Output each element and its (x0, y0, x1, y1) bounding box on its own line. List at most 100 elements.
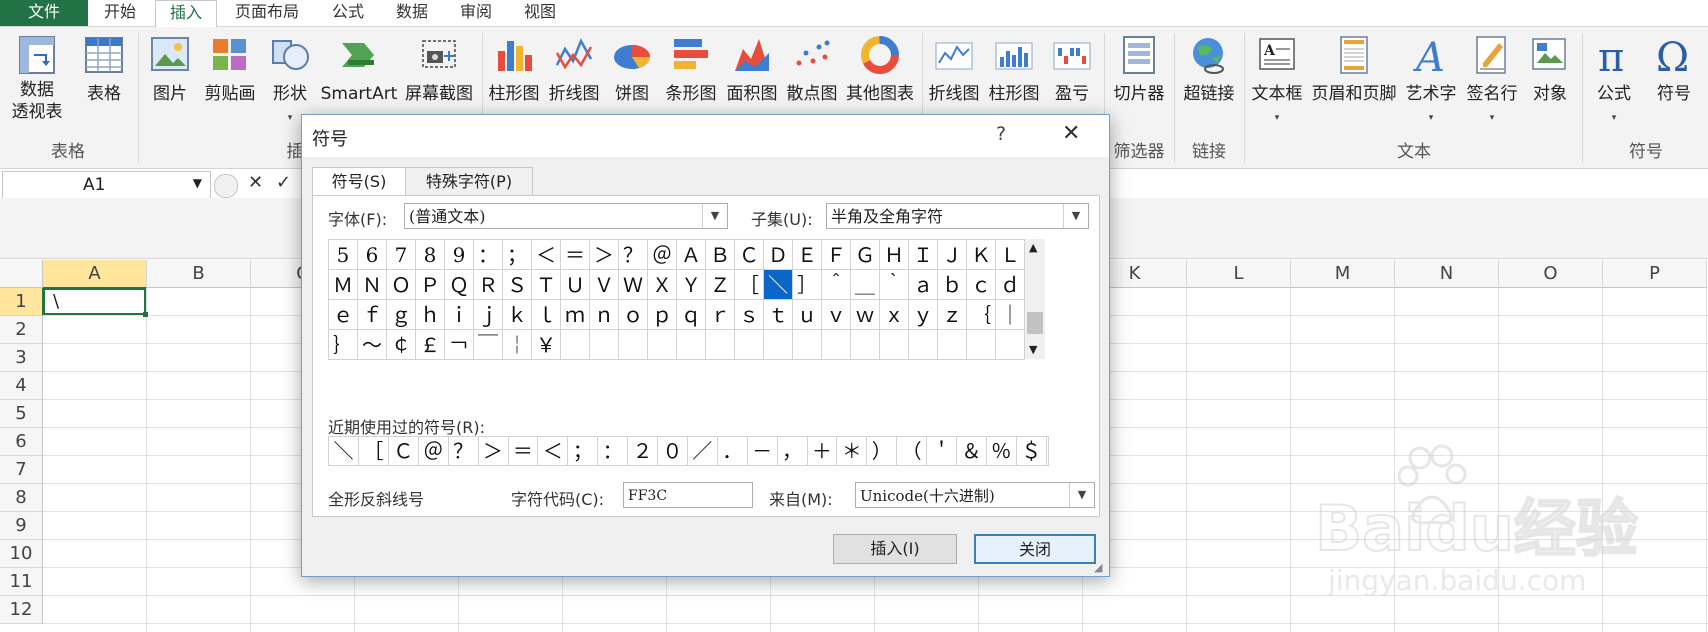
symbol-cell[interactable] (851, 330, 880, 360)
dialog-close-button[interactable]: 关闭 (974, 534, 1096, 564)
symbol-cell[interactable]: Ｕ (561, 270, 590, 300)
symbol-cell[interactable]: ￤ (503, 330, 532, 360)
symbol-cell[interactable]: ｉ (445, 300, 474, 330)
symbol-cell[interactable] (938, 330, 967, 360)
symbol-cell[interactable]: Ｙ (677, 270, 706, 300)
symbol-cell[interactable]: Ｘ (648, 270, 677, 300)
symbol-cell[interactable]: Ｇ (851, 240, 880, 270)
symbol-cell[interactable]: ＠ (648, 240, 677, 270)
symbol-cell[interactable]: ｏ (619, 300, 648, 330)
symbol-grid-scrollbar[interactable]: ▲ ▼ (1025, 239, 1045, 359)
recent-symbol-cell[interactable]: ２ (628, 436, 658, 466)
recent-symbol-cell[interactable]: ＜ (538, 436, 569, 466)
name-box[interactable]: A1 ▼ (2, 171, 211, 199)
active-cell-a1[interactable]: \ (43, 288, 146, 315)
wordart-button[interactable]: A 艺术字 ▾ (1400, 27, 1462, 142)
symbol-cell[interactable]: ￡ (416, 330, 445, 360)
chevron-down-icon[interactable]: ▼ (702, 204, 727, 228)
tab-file[interactable]: 文件 (0, 0, 88, 26)
subset-select[interactable]: 半角及全角字符 ▼ (826, 203, 1089, 229)
tab-home[interactable]: 开始 (90, 0, 150, 26)
recent-symbol-cell[interactable]: ＇ (927, 436, 957, 466)
symbol-cell[interactable] (735, 330, 764, 360)
symbol-cell[interactable]: Ｑ (445, 270, 474, 300)
symbol-cell[interactable] (764, 330, 793, 360)
symbol-cell[interactable]: ｈ (416, 300, 445, 330)
symbol-cell[interactable]: ￥ (532, 330, 561, 360)
symbol-cell[interactable]: Ｂ (706, 240, 735, 270)
symbol-cell[interactable]: Ｃ (735, 240, 764, 270)
recent-symbol-cell[interactable]: Ｃ (389, 436, 419, 466)
symbol-cell[interactable]: ｔ (764, 300, 793, 330)
row-header[interactable]: 10 (0, 540, 43, 568)
row-header[interactable]: 1 (0, 288, 44, 316)
chevron-down-icon[interactable]: ▼ (1069, 483, 1094, 507)
picture-button[interactable]: 图片 (142, 27, 198, 142)
header-footer-button[interactable]: 页眉和页脚 (1308, 27, 1400, 142)
symbol-cell[interactable] (996, 330, 1025, 360)
symbol-cell[interactable] (706, 330, 735, 360)
tab-data[interactable]: 数据 (382, 0, 442, 26)
symbol-cell[interactable]: ｖ (822, 300, 851, 330)
recent-symbol-cell[interactable]: ％ (987, 436, 1017, 466)
row-header[interactable]: 3 (0, 344, 43, 372)
hyperlink-button[interactable]: 超链接 (1176, 27, 1242, 142)
symbol-cell[interactable]: ｋ (503, 300, 532, 330)
symbol-cell[interactable]: ［ (735, 270, 764, 300)
symbol-cell[interactable]: ｊ (474, 300, 503, 330)
symbol-cell[interactable]: ｕ (793, 300, 822, 330)
font-select[interactable]: (普通文本) ▼ (404, 203, 728, 229)
symbol-cell[interactable]: ｘ (880, 300, 909, 330)
symbol-cell[interactable]: Ｊ (938, 240, 967, 270)
chevron-down-icon[interactable]: ▼ (193, 176, 202, 190)
symbol-cell[interactable]: Ｏ (387, 270, 416, 300)
symbol-cell[interactable]: 8 (416, 240, 445, 270)
symbol-cell[interactable]: ｗ (851, 300, 880, 330)
symbol-cell[interactable]: 5 (329, 240, 358, 270)
symbol-cell[interactable]: Ｔ (532, 270, 561, 300)
symbol-cell[interactable] (880, 330, 909, 360)
tab-insert[interactable]: 插入 (155, 0, 217, 28)
symbol-cell[interactable]: Ｉ (909, 240, 938, 270)
recent-symbol-cell[interactable]: ／ (688, 436, 718, 466)
symbol-cell[interactable] (822, 330, 851, 360)
recent-symbol-cell[interactable]: ＼ (329, 436, 359, 466)
row-header[interactable]: 5 (0, 400, 43, 428)
symbol-cell[interactable]: Ｐ (416, 270, 445, 300)
symbol-cell[interactable]: ｀ (880, 270, 909, 300)
recent-symbol-cell[interactable]: ＆ (957, 436, 987, 466)
insert-button[interactable]: 插入(I) (833, 534, 957, 564)
row-header[interactable]: 4 (0, 372, 43, 400)
symbol-cell[interactable]: ｙ (909, 300, 938, 330)
close-icon[interactable]: ✕ (1062, 121, 1080, 146)
tab-special-characters[interactable]: 特殊字符(P) (405, 167, 533, 196)
row-header[interactable]: 12 (0, 596, 43, 624)
signature-line-button[interactable]: 签名行 ▾ (1462, 27, 1522, 142)
recent-symbol-cell[interactable]: （ (897, 436, 928, 466)
row-header[interactable]: 6 (0, 428, 43, 456)
row-header[interactable]: 9 (0, 512, 43, 540)
symbol-cell[interactable]: ｚ (938, 300, 967, 330)
recent-symbol-cell[interactable]: ： (598, 436, 629, 466)
recent-symbol-cell[interactable]: ０ (658, 436, 688, 466)
symbol-cell[interactable]: Ｆ (822, 240, 851, 270)
symbol-cell[interactable]: ？ (619, 240, 648, 270)
row-header[interactable]: 7 (0, 456, 43, 484)
slicer-button[interactable]: 切片器 (1106, 27, 1172, 142)
column-header[interactable]: L (1187, 260, 1291, 288)
symbol-cell[interactable]: Ｚ (706, 270, 735, 300)
symbol-cell[interactable]: ｌ (532, 300, 561, 330)
symbol-cell[interactable]: ｓ (735, 300, 764, 330)
symbol-cell[interactable]: ＞ (590, 240, 619, 270)
symbol-cell[interactable]: Ｓ (503, 270, 532, 300)
column-header[interactable]: B (147, 260, 251, 288)
select-all-corner[interactable] (0, 260, 43, 288)
tab-page-layout[interactable]: 页面布局 (222, 0, 312, 26)
from-select[interactable]: Unicode(十六进制) ▼ (855, 482, 1095, 508)
symbol-cell[interactable]: ｃ (967, 270, 996, 300)
textbox-button[interactable]: A 文本框 ▾ (1246, 27, 1308, 142)
column-header[interactable]: N (1395, 260, 1499, 288)
object-button[interactable]: 对象 (1522, 27, 1578, 142)
symbol-cell[interactable] (909, 330, 938, 360)
symbol-cell[interactable]: Ｒ (474, 270, 503, 300)
